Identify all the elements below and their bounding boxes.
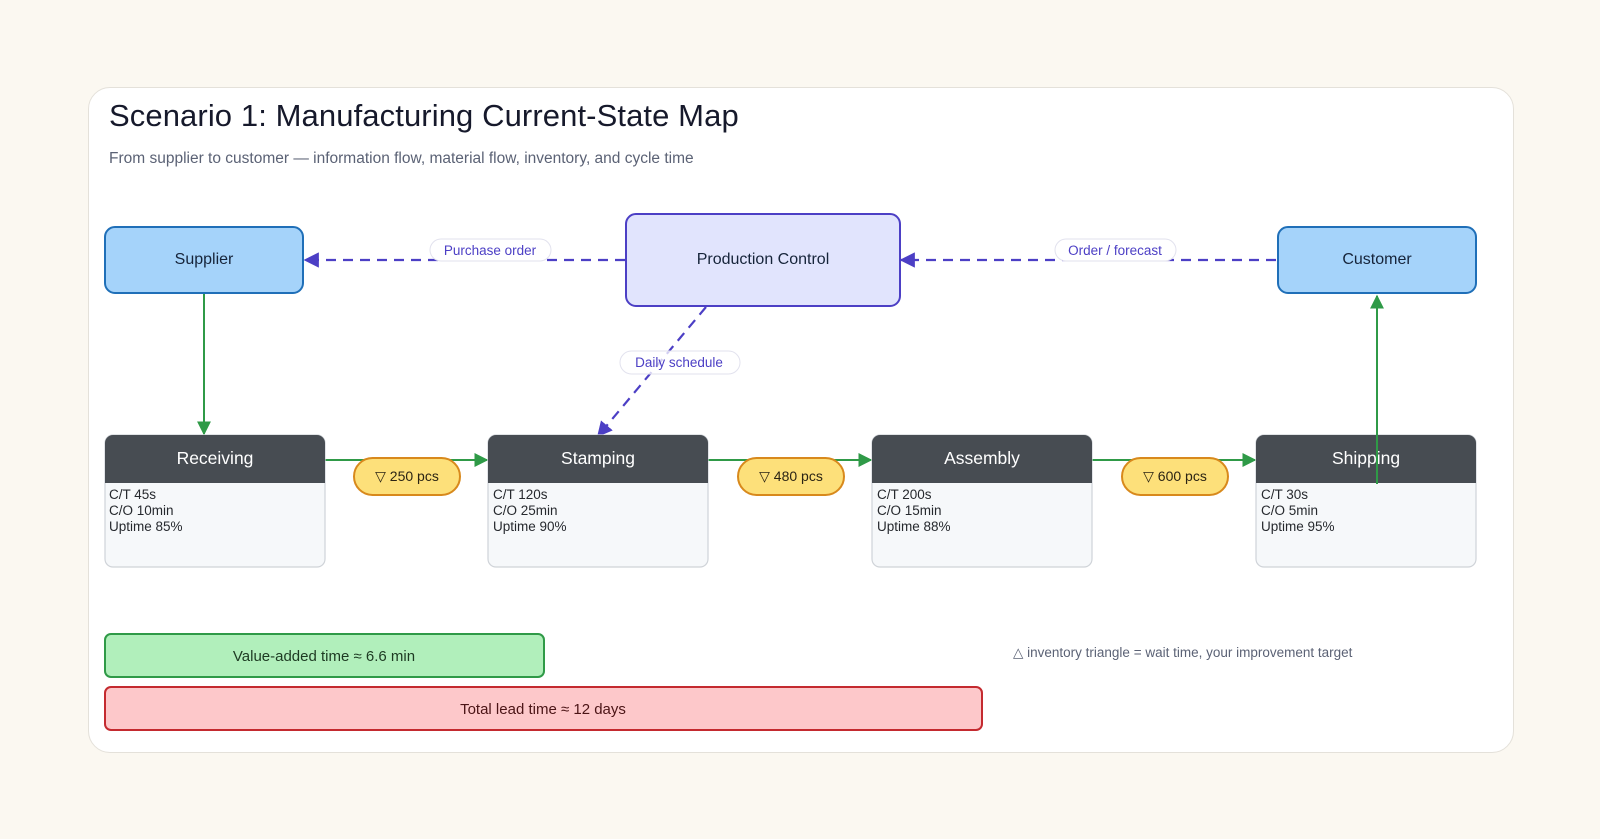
info-flow-order-forecast: Order / forecast bbox=[899, 238, 1276, 268]
info-flow-daily-schedule: Daily schedule bbox=[597, 306, 741, 438]
supplier-label: Supplier bbox=[175, 251, 234, 268]
production-control-label: Production Control bbox=[697, 251, 830, 268]
production-control-node: Production Control bbox=[625, 213, 901, 307]
process-shipping: Shipping C/T 30s C/O 5min Uptime 95% bbox=[1255, 434, 1477, 568]
daily-schedule-label: Daily schedule bbox=[635, 355, 723, 370]
value-added-time-bar: Value-added time ≈ 6.6 min bbox=[104, 633, 545, 678]
purchase-order-label: Purchase order bbox=[444, 243, 537, 258]
changeover-time: C/O 5min bbox=[1261, 503, 1318, 518]
cycle-time: C/T 200s bbox=[877, 487, 932, 502]
uptime: Uptime 85% bbox=[109, 519, 183, 534]
changeover-time: C/O 10min bbox=[109, 503, 174, 518]
customer-label: Customer bbox=[1342, 251, 1412, 268]
inventory-label: ▽ 480 pcs bbox=[759, 468, 823, 484]
process-title: Assembly bbox=[944, 448, 1020, 468]
value-stream-map: Purchase order Order / forecast Daily sc… bbox=[104, 213, 1477, 731]
inventory-assembly-shipping: ▽ 600 pcs bbox=[1121, 457, 1229, 496]
total-lead-time-label: Total lead time ≈ 12 days bbox=[460, 701, 626, 718]
customer-node: Customer bbox=[1277, 226, 1477, 294]
cycle-time: C/T 30s bbox=[1261, 487, 1308, 502]
inventory-receiving-stamping: ▽ 250 pcs bbox=[353, 457, 461, 496]
process-title: Stamping bbox=[561, 448, 635, 468]
supplier-node: Supplier bbox=[104, 226, 304, 294]
info-flow-purchase-order: Purchase order bbox=[303, 238, 625, 268]
cycle-time: C/T 45s bbox=[109, 487, 156, 502]
process-stamping: Stamping C/T 120s C/O 25min Uptime 90% bbox=[487, 434, 709, 568]
uptime: Uptime 95% bbox=[1261, 519, 1335, 534]
process-title: Shipping bbox=[1332, 448, 1400, 468]
cycle-time: C/T 120s bbox=[493, 487, 548, 502]
changeover-time: C/O 25min bbox=[493, 503, 558, 518]
inventory-label: ▽ 600 pcs bbox=[1143, 468, 1207, 484]
inventory-stamping-assembly: ▽ 480 pcs bbox=[737, 457, 845, 496]
total-lead-time-bar: Total lead time ≈ 12 days bbox=[104, 686, 983, 731]
process-title: Receiving bbox=[177, 448, 254, 468]
changeover-time: C/O 15min bbox=[877, 503, 942, 518]
inventory-label: ▽ 250 pcs bbox=[375, 468, 439, 484]
legend-note: △ inventory triangle = wait time, your i… bbox=[1013, 645, 1353, 660]
process-receiving: Receiving C/T 45s C/O 10min Uptime 85% bbox=[104, 434, 326, 568]
order-forecast-label: Order / forecast bbox=[1068, 243, 1162, 258]
uptime: Uptime 88% bbox=[877, 519, 951, 534]
uptime: Uptime 90% bbox=[493, 519, 567, 534]
value-added-time-label: Value-added time ≈ 6.6 min bbox=[233, 648, 415, 665]
process-assembly: Assembly C/T 200s C/O 15min Uptime 88% bbox=[871, 434, 1093, 568]
